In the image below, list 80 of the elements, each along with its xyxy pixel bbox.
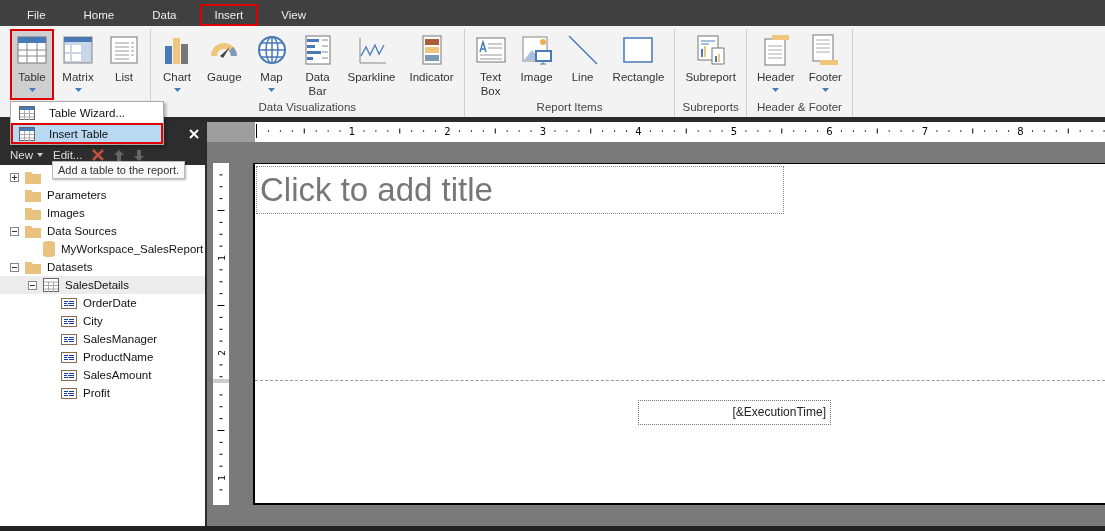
subreport-icon (694, 34, 727, 66)
table-icon (19, 105, 35, 120)
group-label: Header & Footer (755, 100, 843, 115)
group-label: Report Items (535, 100, 604, 115)
field-icon (61, 369, 77, 381)
ribbon-button[interactable]: Sparkline (341, 29, 402, 100)
line-icon (566, 34, 599, 66)
tree-item[interactable]: SalesAmount (0, 366, 156, 384)
tree-item[interactable]: OrderDate (0, 294, 141, 312)
ribbon-tab[interactable]: Home (68, 4, 130, 26)
tree-item[interactable]: MyWorkspace_SalesReport (0, 240, 208, 258)
tree-item[interactable]: ProductName (0, 348, 158, 366)
tree-item[interactable]: Profit (0, 384, 114, 402)
ribbon-tab[interactable]: Insert (199, 4, 259, 26)
vertical-ruler: 1 (213, 383, 229, 499)
ribbon-tab[interactable]: Data (137, 4, 192, 26)
image-icon (520, 34, 553, 66)
group-label: Data Visualizations (257, 100, 358, 115)
delete-icon[interactable] (92, 149, 105, 161)
ribbon-button[interactable]: Footer (802, 29, 848, 100)
textbox-icon (474, 34, 507, 66)
field-icon (61, 387, 77, 399)
table-icon (16, 34, 48, 66)
collapse-icon[interactable] (10, 262, 19, 272)
ribbon-button[interactable]: Data Bar (295, 29, 340, 100)
rectangle-icon (622, 34, 655, 66)
ribbon-button[interactable]: Indicator (403, 29, 460, 100)
tree-item[interactable]: Datasets (0, 258, 97, 276)
ribbon-button[interactable]: Chart (155, 29, 199, 100)
map-icon (255, 34, 288, 66)
ribbon-tab[interactable]: File (12, 4, 61, 26)
matrix-icon (62, 34, 94, 66)
down-arrow-icon[interactable] (134, 149, 145, 161)
folder-icon (25, 188, 41, 202)
expression-textbox[interactable]: [&ExecutionTime] (638, 400, 831, 425)
ribbon-tab[interactable]: View (266, 4, 321, 26)
menu-item[interactable]: Table Wizard... (11, 102, 163, 123)
ribbon-button[interactable]: Image (514, 29, 559, 100)
ribbon-button[interactable]: Line (560, 29, 605, 100)
ribbon-button[interactable]: Subreport (679, 29, 742, 100)
ribbon-button[interactable]: Table (10, 29, 54, 100)
field-icon (61, 297, 77, 309)
folder-icon (25, 224, 41, 238)
tree-item[interactable]: City (0, 312, 107, 330)
caret-icon (37, 153, 43, 157)
field-icon (61, 333, 77, 345)
tooltip: Add a table to the report. (52, 161, 186, 179)
group-label: Subreports (681, 100, 740, 115)
tree-item[interactable]: Data Sources (0, 222, 121, 240)
edit-button[interactable]: Edit... (53, 149, 83, 161)
menu-item[interactable]: Insert Table (11, 123, 163, 144)
database-icon (43, 241, 55, 257)
close-icon[interactable] (189, 128, 199, 139)
vertical-ruler: 1 2 (213, 163, 229, 379)
tree-item[interactable]: Images (0, 204, 89, 222)
tree-item[interactable]: SalesDetails (0, 276, 205, 294)
ribbon-button[interactable]: Text Box (468, 29, 513, 100)
ribbon-button[interactable]: Map (249, 29, 294, 100)
ribbon-button[interactable]: Matrix (56, 29, 100, 100)
ribbon-button[interactable]: Gauge (201, 29, 248, 100)
ribbon-button[interactable]: List (102, 29, 146, 100)
field-icon (61, 315, 77, 327)
table-icon (43, 278, 59, 292)
horizontal-ruler: 1 2 3 4 5 6 7 8 (255, 122, 1105, 142)
list-icon (108, 34, 140, 66)
new-button[interactable]: New (10, 149, 43, 161)
up-arrow-icon[interactable] (114, 149, 125, 161)
collapse-icon[interactable] (28, 280, 37, 290)
folder-icon (25, 206, 41, 220)
field-icon (61, 351, 77, 363)
folder-icon (25, 170, 41, 184)
collapse-icon[interactable] (10, 226, 19, 236)
expand-icon[interactable] (10, 172, 19, 182)
tree-item[interactable]: Parameters (0, 186, 111, 204)
title-textbox[interactable]: Click to add title (256, 166, 784, 214)
folder-icon (25, 260, 41, 274)
ribbon-button[interactable]: Rectangle (606, 29, 671, 100)
ribbon-button[interactable]: Header (750, 29, 801, 100)
table-icon (19, 126, 35, 141)
tree-item[interactable]: SalesManager (0, 330, 162, 348)
